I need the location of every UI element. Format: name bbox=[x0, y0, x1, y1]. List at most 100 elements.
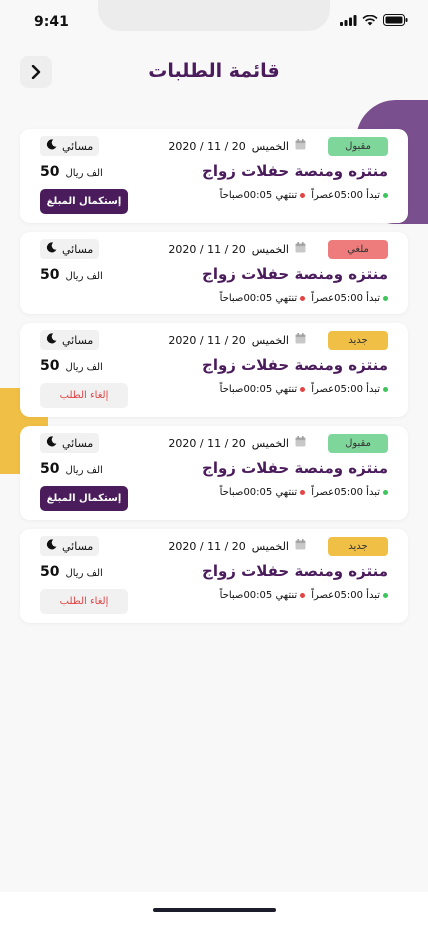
order-date: الخميس 2020 / 11 / 20 bbox=[168, 333, 306, 347]
price-amount: 50 bbox=[40, 164, 60, 180]
status-bar: 9:41 bbox=[0, 0, 428, 44]
shift-label: مسائي bbox=[62, 242, 94, 256]
order-day: الخميس bbox=[251, 436, 289, 450]
calendar-icon bbox=[295, 333, 306, 347]
start-time: تبدأ 05:00عصراً bbox=[311, 384, 380, 395]
moon-icon bbox=[46, 242, 57, 256]
order-day: الخميس bbox=[251, 139, 289, 153]
price-amount: 50 bbox=[40, 564, 60, 580]
shift-chip: مسائي bbox=[40, 330, 100, 350]
order-price: الف ريال 50 bbox=[40, 461, 103, 477]
price-unit: الف ريال bbox=[65, 465, 103, 476]
start-dot bbox=[383, 593, 388, 598]
price-amount: 50 bbox=[40, 461, 60, 477]
status-badge: جديد bbox=[328, 537, 388, 556]
order-day: الخميس bbox=[251, 333, 289, 347]
complete-amount-button[interactable]: إستكمال المبلغ bbox=[40, 486, 128, 511]
order-date-value: 2020 / 11 / 20 bbox=[168, 139, 246, 153]
status-badge: جديد bbox=[328, 331, 388, 350]
order-date: الخميس 2020 / 11 / 20 bbox=[168, 242, 306, 256]
price-amount: 50 bbox=[40, 267, 60, 283]
order-title: منتزه ومنصة حفلات زواج bbox=[202, 356, 388, 374]
calendar-icon bbox=[295, 539, 306, 553]
order-card[interactable]: مقبول الخميس 2020 / 11 / 20 مسائي منتزه ومنص… bbox=[20, 426, 408, 520]
price-unit: الف ريال bbox=[65, 362, 103, 373]
start-dot bbox=[383, 490, 388, 495]
notch bbox=[98, 0, 330, 31]
cancel-order-button[interactable]: إلغاء الطلب bbox=[40, 589, 128, 614]
price-unit: الف ريال bbox=[65, 168, 103, 179]
price-unit: الف ريال bbox=[65, 568, 103, 579]
order-date: الخميس 2020 / 11 / 20 bbox=[168, 139, 306, 153]
order-date: الخميس 2020 / 11 / 20 bbox=[168, 436, 306, 450]
order-times: تبدأ 05:00عصراً تنتهي 00:05صباحاً bbox=[220, 590, 388, 601]
start-time: تبدأ 05:00عصراً bbox=[311, 190, 380, 201]
start-time: تبدأ 05:00عصراً bbox=[311, 590, 380, 601]
page-title: قائمة الطلبات bbox=[148, 60, 280, 82]
end-time: تنتهي 00:05صباحاً bbox=[219, 487, 298, 498]
order-card[interactable]: ملغي الخميس 2020 / 11 / 20 مسائي منتزه ومنصة… bbox=[20, 232, 408, 314]
order-card[interactable]: جديد الخميس 2020 / 11 / 20 مسائي منتزه ومنصة… bbox=[20, 323, 408, 417]
status-time: 9:41 bbox=[34, 14, 69, 30]
wifi-icon bbox=[362, 14, 378, 25]
shift-label: مسائي bbox=[62, 539, 94, 553]
start-dot bbox=[383, 387, 388, 392]
price-unit: الف ريال bbox=[65, 271, 103, 282]
calendar-icon bbox=[295, 139, 306, 153]
start-time: تبدأ 05:00عصراً bbox=[311, 487, 380, 498]
order-times: تبدأ 05:00عصراً تنتهي 00:05صباحاً bbox=[220, 384, 388, 395]
shift-chip: مسائي bbox=[40, 536, 100, 556]
signal-icon bbox=[340, 14, 357, 26]
order-date-value: 2020 / 11 / 20 bbox=[168, 242, 246, 256]
order-title: منتزه ومنصة حفلات زواج bbox=[202, 459, 388, 477]
battery-icon bbox=[383, 14, 408, 26]
bottom-bar bbox=[0, 892, 428, 926]
shift-label: مسائي bbox=[62, 436, 94, 450]
moon-icon bbox=[46, 539, 57, 553]
order-card[interactable]: مقبول الخميس 2020 / 11 / 20 مسائي منتزه ومنص… bbox=[20, 129, 408, 223]
order-price: الف ريال 50 bbox=[40, 564, 103, 580]
shift-chip: مسائي bbox=[40, 433, 100, 453]
order-day: الخميس bbox=[251, 539, 289, 553]
moon-icon bbox=[46, 333, 57, 347]
order-title: منتزه ومنصة حفلات زواج bbox=[202, 265, 388, 283]
order-date-value: 2020 / 11 / 20 bbox=[168, 333, 246, 347]
start-dot bbox=[383, 296, 388, 301]
order-date-value: 2020 / 11 / 20 bbox=[168, 436, 246, 450]
start-dot bbox=[383, 193, 388, 198]
cancel-order-button[interactable]: إلغاء الطلب bbox=[40, 383, 128, 408]
end-dot bbox=[300, 387, 306, 392]
moon-icon bbox=[46, 139, 57, 153]
order-title: منتزه ومنصة حفلات زواج bbox=[202, 162, 388, 180]
status-badge: مقبول bbox=[328, 137, 388, 156]
order-times: تبدأ 05:00عصراً تنتهي 00:05صباحاً bbox=[220, 487, 388, 498]
order-day: الخميس bbox=[251, 242, 289, 256]
order-title: منتزه ومنصة حفلات زواج bbox=[202, 562, 388, 580]
end-time: تنتهي 00:05صباحاً bbox=[219, 190, 298, 201]
end-time: تنتهي 00:05صباحاً bbox=[219, 293, 298, 304]
order-times: تبدأ 05:00عصراً تنتهي 00:05صباحاً bbox=[220, 293, 388, 304]
moon-icon bbox=[46, 436, 57, 450]
calendar-icon bbox=[295, 436, 306, 450]
end-dot bbox=[300, 593, 306, 598]
shift-chip: مسائي bbox=[40, 136, 100, 156]
status-badge: مقبول bbox=[328, 434, 388, 453]
shift-label: مسائي bbox=[62, 139, 94, 153]
order-price: الف ريال 50 bbox=[40, 358, 103, 374]
order-card[interactable]: جديد الخميس 2020 / 11 / 20 مسائي منتزه ومنصة… bbox=[20, 529, 408, 623]
shift-label: مسائي bbox=[62, 333, 94, 347]
start-time: تبدأ 05:00عصراً bbox=[311, 293, 380, 304]
order-date-value: 2020 / 11 / 20 bbox=[168, 539, 246, 553]
end-dot bbox=[300, 296, 306, 301]
status-icons bbox=[340, 14, 408, 26]
end-dot bbox=[300, 193, 306, 198]
order-price: الف ريال 50 bbox=[40, 164, 103, 180]
order-date: الخميس 2020 / 11 / 20 bbox=[168, 539, 306, 553]
home-indicator[interactable] bbox=[153, 908, 276, 912]
end-dot bbox=[300, 490, 306, 495]
order-times: تبدأ 05:00عصراً تنتهي 00:05صباحاً bbox=[220, 190, 388, 201]
complete-amount-button[interactable]: إستكمال المبلغ bbox=[40, 189, 128, 214]
status-badge: ملغي bbox=[328, 240, 388, 259]
calendar-icon bbox=[295, 242, 306, 256]
shift-chip: مسائي bbox=[40, 239, 100, 259]
